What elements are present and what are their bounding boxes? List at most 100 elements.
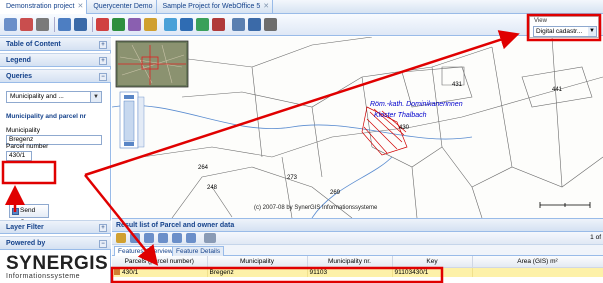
app-window: Demonstration project ✕ Querycenter Demo … (0, 0, 603, 283)
view-select-value: Digital cadastr... (536, 28, 583, 35)
columns-icon[interactable] (204, 233, 216, 243)
previous-extent-icon[interactable] (74, 18, 87, 31)
collapse-icon[interactable]: − (99, 73, 107, 81)
collapse-icon[interactable]: + (99, 41, 107, 49)
cell-area (472, 267, 603, 277)
tab-label: Querycenter Demo (93, 3, 153, 10)
close-icon[interactable]: ✕ (77, 3, 83, 10)
queries-header[interactable]: Queries − (0, 69, 111, 83)
results-table: Parcels (parcel number) Municipality Mun… (112, 256, 603, 277)
cell-key: 91103430/1 (392, 267, 473, 277)
query-select-value: Municipality and ... (10, 93, 64, 100)
tab-features-overview[interactable]: Features Overview (114, 246, 177, 256)
send-query-icon (12, 208, 19, 215)
tab-demonstration-project[interactable]: Demonstration project ✕ (0, 0, 88, 14)
query-select[interactable]: Municipality and ... ▼ (6, 91, 102, 103)
project-tabbar: Demonstration project ✕ Querycenter Demo … (0, 0, 603, 14)
select-icon[interactable] (112, 18, 125, 31)
measure-icon[interactable] (96, 18, 109, 31)
results-title: Result list of Parcel and owner data (116, 222, 235, 229)
pan-icon[interactable] (36, 18, 49, 31)
parcel-label: 264 (198, 165, 209, 171)
table-of-content-header[interactable]: Table of Content + (0, 37, 111, 51)
redline-icon[interactable] (232, 18, 245, 31)
map-icon[interactable] (196, 18, 209, 31)
results-toolbar: 1 of (112, 232, 603, 245)
table-header-row: Parcels (parcel number) Municipality Mun… (112, 256, 603, 268)
powered-by-header[interactable]: Powered by − (0, 236, 111, 250)
tab-querycenter-demo[interactable]: Querycenter Demo (87, 0, 157, 14)
column-header-area[interactable]: Area (GIS) m² (472, 256, 603, 268)
parcel-number-label: Parcel number (6, 143, 49, 150)
header-label: Table of Content (6, 41, 61, 48)
results-header: Result list of Parcel and owner data (112, 219, 603, 232)
coordinates-icon[interactable] (212, 18, 225, 31)
collapse-icon[interactable]: + (99, 57, 107, 65)
view-select[interactable]: Digital cadastr... ▼ (533, 26, 597, 37)
zoom-in-icon[interactable] (4, 18, 17, 31)
query-title: Municipality and parcel nr (6, 113, 87, 120)
tab-label: Feature Details (176, 248, 221, 255)
parcel-label: 430 (399, 125, 410, 131)
close-icon[interactable]: ✕ (263, 3, 269, 10)
zoom-out-icon[interactable] (20, 18, 33, 31)
column-header-municipality-nr[interactable]: Municipality nr. (307, 256, 393, 268)
header-label: Queries (6, 73, 33, 80)
collapse-icon[interactable]: − (99, 240, 107, 248)
column-header-key[interactable]: Key (392, 256, 473, 268)
zoom-slider (119, 91, 145, 149)
parcel-label: 273 (287, 175, 298, 181)
row-icon (114, 269, 120, 276)
collapse-icon[interactable]: + (99, 224, 107, 232)
zoom-to-icon[interactable] (130, 233, 140, 243)
prev-page-icon[interactable] (158, 233, 168, 243)
results-tabs: Features Overview Feature Details (112, 245, 603, 256)
column-header-parcels[interactable]: Parcels (parcel number) (112, 256, 208, 268)
legend-header[interactable]: Legend + (0, 53, 111, 67)
tab-feature-details[interactable]: Feature Details (172, 246, 225, 256)
view-label: View (534, 18, 547, 24)
tab-label: Demonstration project (6, 3, 75, 10)
tab-sample-project[interactable]: Sample Project for WebOffice 5 ✕ (157, 0, 274, 14)
toolbar-separator (54, 17, 55, 32)
map-view[interactable]: Röm.-kath. Dominikanerinnen Kloster Thal… (112, 37, 603, 218)
next-page-icon[interactable] (172, 233, 182, 243)
print-icon[interactable] (144, 18, 157, 31)
cell-parcel-value: 430/1 (122, 268, 139, 276)
layer-filter-header[interactable]: Layer Filter + (0, 220, 111, 234)
help-icon[interactable] (264, 18, 277, 31)
page-info: 1 of (590, 234, 601, 241)
query-icon[interactable] (180, 18, 193, 31)
toolbar-separator (92, 17, 93, 32)
export-icon[interactable] (116, 233, 126, 243)
map-label-church: Röm.-kath. Dominikanerinnen (370, 101, 463, 108)
parcel-label: 248 (207, 185, 218, 191)
logo-subtext: Informationssysteme (6, 273, 81, 280)
tab-label: Features Overview (118, 248, 173, 255)
chevron-down-icon[interactable]: ▼ (90, 92, 101, 102)
full-extent-icon[interactable] (58, 18, 71, 31)
parcel-label: 441 (552, 87, 563, 93)
column-header-municipality[interactable]: Municipality (207, 256, 308, 268)
send-query-button[interactable]: Send Query (9, 204, 49, 226)
copyright-icon[interactable] (248, 18, 261, 31)
parcel-number-value: 430/1 (9, 152, 26, 159)
cadastral-map (112, 37, 603, 218)
results-panel: Result list of Parcel and owner data 1 o… (112, 218, 603, 283)
cell-municipality: Bregenz (207, 267, 308, 277)
identify-icon[interactable] (128, 18, 141, 31)
municipality-value: Bregenz (9, 136, 34, 143)
last-page-icon[interactable] (186, 233, 196, 243)
layers-icon[interactable] (164, 18, 177, 31)
header-label: Legend (6, 57, 31, 64)
left-panel: Table of Content + Legend + Queries − Mu… (0, 37, 111, 283)
first-page-icon[interactable] (144, 233, 154, 243)
tab-label: Sample Project for WebOffice 5 (162, 3, 261, 10)
chevron-down-icon[interactable]: ▼ (588, 27, 596, 36)
header-label: Layer Filter (6, 224, 44, 231)
view-selector: View Digital cadastr... ▼ (529, 16, 599, 38)
map-toolbar (0, 14, 603, 36)
parcel-number-input[interactable]: 430/1 (6, 151, 32, 161)
table-row[interactable]: 430/1 Bregenz 91103 91103430/1 (112, 267, 603, 277)
municipality-label: Municipality (6, 127, 40, 134)
